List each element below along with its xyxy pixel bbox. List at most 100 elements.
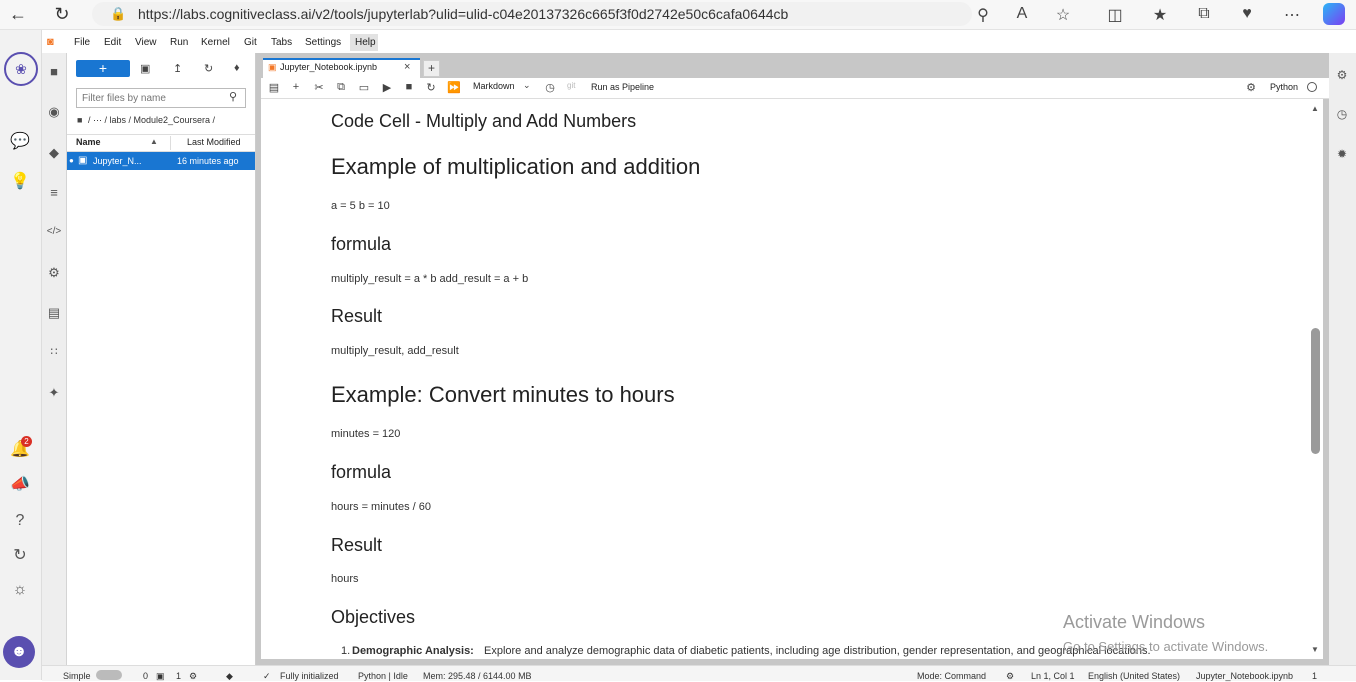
menu-file[interactable]: File [74, 37, 90, 48]
heading-objectives: Objectives [331, 607, 416, 627]
property-inspector-right-icon[interactable]: ⚙ [1334, 68, 1350, 82]
run-icon[interactable]: ▶ [380, 81, 394, 94]
collections-icon[interactable]: ⧉ [1194, 5, 1214, 23]
copy-icon[interactable]: ⧉ [334, 81, 348, 94]
initialized-icon: ✓ [263, 671, 271, 681]
column-last-modified[interactable]: Last Modified [187, 137, 241, 147]
kernel-status-icon [1307, 82, 1317, 92]
column-divider [170, 136, 171, 150]
zoom-icon[interactable]: ⚲ [973, 5, 993, 25]
notebook-content: Code Cell - Multiply and Add Numbers Exa… [261, 99, 1323, 659]
breadcrumb[interactable]: / ⋯ / labs / Module2_Coursera / [88, 115, 215, 126]
file-name[interactable]: Jupyter_N... [93, 156, 142, 166]
lightbulb-icon[interactable]: 💡 [8, 170, 32, 194]
tab-title[interactable]: Jupyter_Notebook.ipynb [280, 62, 377, 72]
megaphone-icon[interactable]: 📣 [8, 473, 32, 497]
read-aloud-icon[interactable]: A [1012, 5, 1032, 23]
git-label[interactable]: git [567, 81, 575, 90]
code-cell-title: Code Cell - Multiply and Add Numbers [331, 111, 637, 131]
folder-icon[interactable]: ■ [46, 64, 62, 79]
url-text[interactable]: https://labs.cognitiveclass.ai/v2/tools/… [138, 6, 788, 22]
copilot-icon[interactable] [1323, 3, 1345, 25]
right-rail [1329, 53, 1356, 665]
text-minutes: minutes = 120 [331, 428, 401, 440]
file-modified: 16 minutes ago [177, 156, 239, 166]
brightness-icon[interactable]: ☼ [8, 578, 32, 602]
status-shield-icon[interactable]: ⚙ [1006, 671, 1014, 682]
home-folder-icon[interactable]: ■ [77, 115, 82, 125]
chevron-down-icon[interactable]: ⌄ [523, 80, 531, 91]
skills-network-logo[interactable]: ❀ [4, 52, 38, 86]
refresh-icon[interactable]: ↻ [50, 3, 74, 25]
menu-help[interactable]: Help [355, 37, 376, 48]
add-tab-button[interactable]: + [423, 60, 440, 77]
heading-example2: Example: Convert minutes to hours [331, 382, 675, 407]
chat-icon[interactable]: 💬 [8, 130, 32, 154]
code-icon[interactable]: </> [46, 226, 62, 237]
restart-run-all-icon[interactable]: ⏩ [447, 81, 461, 94]
save-icon[interactable]: ▤ [267, 81, 281, 94]
avatar[interactable]: ☻ [3, 636, 35, 668]
new-folder-icon[interactable]: ▣ [140, 62, 150, 75]
browser-essentials-icon[interactable]: ♥ [1237, 5, 1257, 23]
insert-cell-icon[interactable]: + [289, 81, 303, 93]
stop-icon[interactable]: ■ [402, 81, 416, 93]
back-icon[interactable]: ← [6, 3, 30, 25]
sort-icon[interactable]: ▲ [150, 137, 158, 146]
run-as-pipeline-button[interactable]: Run as Pipeline [591, 82, 654, 92]
palette-icon[interactable]: ▤ [46, 305, 62, 321]
debugger-icon[interactable]: ◷ [1334, 107, 1350, 121]
menu-view[interactable]: View [135, 37, 157, 48]
notebook-tab-icon: ▣ [268, 62, 277, 72]
text-formula2: hours = minutes / 60 [331, 501, 431, 513]
more-icon[interactable]: ⋯ [1282, 5, 1302, 25]
simple-mode-toggle[interactable] [96, 670, 122, 680]
sync-icon[interactable]: ↻ [8, 544, 32, 568]
heading-example1: Example of multiplication and addition [331, 154, 701, 179]
scroll-up-icon[interactable]: ▲ [1311, 104, 1319, 113]
running-dot-icon: ● [69, 156, 74, 165]
puzzle-icon[interactable]: ✦ [46, 385, 62, 401]
kernel-name[interactable]: Python [1270, 82, 1298, 92]
cut-icon[interactable]: ✂ [312, 81, 326, 94]
scrollbar-thumb[interactable] [1311, 328, 1320, 454]
extension-tiles-icon[interactable]: ∷ [46, 345, 62, 358]
terminal-icon[interactable]: ▣ [156, 671, 165, 682]
objective-text: Explore and analyze demographic data of … [484, 645, 1151, 657]
favorites-icon[interactable]: ★ [1150, 5, 1170, 25]
running-icon[interactable]: ◉ [46, 104, 62, 120]
git-status-icon[interactable]: ◆ [226, 671, 233, 682]
property-inspector-icon[interactable]: ⚙ [46, 265, 62, 281]
scroll-down-icon[interactable]: ▼ [1311, 645, 1319, 654]
heading-result1: Result [331, 306, 383, 326]
watermark-title: Activate Windows [1063, 612, 1206, 632]
paste-icon[interactable]: ▭ [357, 81, 371, 94]
git-clone-icon[interactable]: ♦ [234, 62, 240, 74]
restart-icon[interactable]: ↻ [424, 81, 438, 94]
menu-edit[interactable]: Edit [104, 37, 121, 48]
notification-badge: 2 [21, 436, 32, 447]
menu-kernel[interactable]: Kernel [201, 37, 230, 48]
split-screen-icon[interactable]: ◫ [1105, 5, 1125, 25]
cell-type-select[interactable]: Markdown [473, 81, 515, 91]
kernel-icon[interactable]: ⚙ [189, 671, 197, 682]
toc-icon[interactable]: ≡ [46, 185, 62, 200]
menu-run[interactable]: Run [170, 37, 188, 48]
menu-settings[interactable]: Settings [305, 37, 341, 48]
git-icon[interactable]: ◆ [46, 145, 62, 161]
help-icon[interactable]: ? [8, 509, 32, 533]
objective-bold: Demographic Analysis: [352, 645, 474, 657]
new-launcher-button[interactable]: + [76, 60, 130, 77]
menu-tabs[interactable]: Tabs [271, 37, 292, 48]
refresh-files-icon[interactable]: ↻ [204, 62, 213, 75]
filter-input[interactable] [80, 90, 224, 106]
favorite-icon[interactable]: ☆ [1053, 5, 1073, 25]
menu-git[interactable]: Git [244, 37, 257, 48]
bug-icon[interactable]: ✹ [1334, 147, 1350, 161]
close-icon[interactable]: × [404, 61, 410, 73]
kernel-settings-icon[interactable]: ⚙ [1244, 81, 1258, 94]
column-name[interactable]: Name [76, 137, 101, 147]
upload-icon[interactable]: ↥ [173, 62, 182, 75]
clock-icon[interactable]: ◷ [543, 81, 557, 94]
lock-icon[interactable]: 🔒 [110, 6, 126, 22]
